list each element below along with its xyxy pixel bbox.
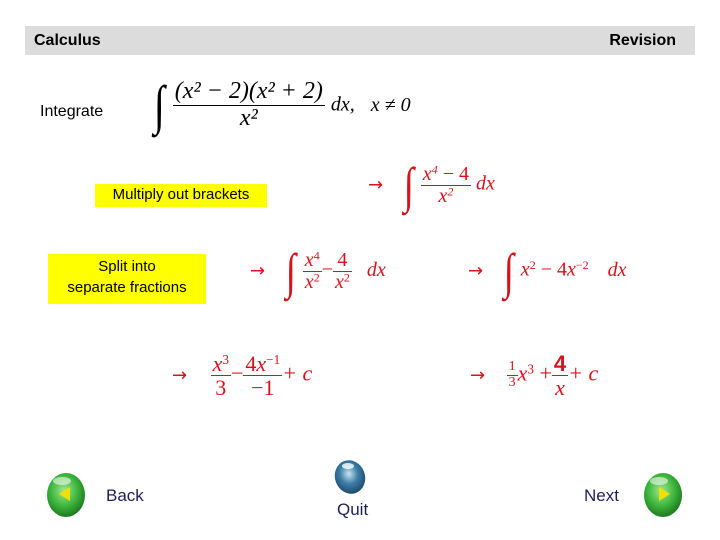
constant-term: + c [282, 360, 313, 386]
den-base: x [304, 270, 314, 293]
header-title-left: Calculus [34, 32, 101, 49]
back-label[interactable]: Back [106, 486, 144, 506]
right-arrow-ball-icon[interactable] [643, 472, 683, 518]
split-label-line-1: Split into [98, 258, 156, 275]
den-exponent: 2 [447, 183, 454, 198]
num-base: x [304, 248, 314, 271]
den-value: x [555, 375, 565, 401]
left-arrow-ball-icon[interactable] [46, 472, 86, 518]
integral-sign: ∫ [285, 243, 297, 299]
arrow-icon: → [470, 365, 486, 387]
den-base: x [438, 184, 448, 207]
integral-sign: ∫ [403, 157, 415, 213]
den-base: x [334, 270, 344, 293]
fraction-2: 4x−1 −1 [243, 351, 283, 401]
coefficient-fraction: 1 3 [506, 359, 518, 391]
next-label[interactable]: Next [584, 486, 619, 506]
num-value: 4 [553, 351, 567, 376]
step-5-expression: → 1 3 x3 + 4 x + c [470, 352, 598, 399]
problem-fraction: (x² − 2)(x² + 2) x² [172, 78, 325, 131]
arrow-icon: → [172, 365, 188, 387]
den-value: 3 [215, 375, 227, 401]
problem-expression: ∫ (x² − 2)(x² + 2) x² dx, x ≠ 0 [152, 78, 411, 132]
arrow-icon: → [250, 260, 266, 282]
fraction-2: 4 x2 [332, 248, 352, 293]
term-2-base: x [566, 258, 576, 281]
num-exponent: −1 [266, 351, 281, 367]
term-2-exponent: −2 [575, 258, 589, 272]
arrow-icon: → [368, 174, 384, 196]
arrow-icon: → [468, 260, 484, 282]
fraction-1: x4 x2 [302, 247, 322, 293]
factor-1: (x² − 2) [174, 78, 249, 105]
term-1-base: x [520, 258, 530, 281]
operator: − 4 [535, 258, 567, 281]
header-bar: Calculus Revision [25, 26, 695, 55]
quit-label[interactable]: Quit [337, 500, 368, 520]
num-coefficient: 4 [245, 351, 257, 376]
num-base: x [256, 351, 267, 376]
integral-sign: ∫ [503, 243, 515, 299]
base: x [517, 360, 528, 386]
step-1-expression: → ∫ x4 − 4 x2 dx [368, 160, 495, 210]
split-label-line-2: separate fractions [67, 279, 187, 296]
step-1-dx: dx [475, 172, 495, 195]
num-base: x [422, 162, 432, 185]
factor-2: (x² + 2) [248, 78, 323, 105]
step-2-dx: dx [366, 258, 386, 281]
num-exponent: 3 [222, 351, 229, 367]
step-4-expression: → x3 3 − 4x−1 −1 + c [172, 352, 312, 399]
fraction: 4 x [551, 351, 569, 401]
integral-sign: ∫ [153, 75, 165, 135]
constant-term: + c [568, 360, 599, 386]
exponent: 3 [527, 361, 534, 377]
quit-button[interactable] [332, 459, 368, 495]
back-button[interactable] [46, 472, 86, 518]
multiply-out-brackets-label: Multiply out brackets [95, 184, 267, 207]
coef-num: 1 [508, 359, 516, 375]
num-rest: − 4 [437, 162, 469, 185]
problem-denominator: x² [239, 104, 258, 131]
next-button[interactable] [643, 472, 683, 518]
den-value: −1 [251, 375, 275, 401]
minus-sign: − [321, 258, 333, 281]
step-3-dx: dx [607, 258, 627, 281]
header-title-right: Revision [609, 32, 676, 49]
step-1-fraction: x4 − 4 x2 [420, 162, 471, 207]
problem-condition: x ≠ 0 [370, 93, 411, 116]
split-fractions-label: Split into separate fractions [48, 254, 206, 304]
step-2-expression: → ∫ x4 x2 − 4 x2 dx [250, 246, 386, 296]
problem-differential: dx, [330, 93, 355, 116]
blue-orb-icon[interactable] [332, 459, 368, 495]
step-3-expression: → ∫ x2 − 4x−2 dx [468, 246, 627, 296]
num-exponent: 4 [313, 247, 320, 262]
coef-den: 3 [508, 375, 516, 391]
den-exponent: 2 [313, 269, 320, 284]
den-exponent: 2 [343, 269, 350, 284]
minus-sign: − [230, 360, 244, 386]
num-value: 4 [337, 248, 348, 271]
plus-sign: + [539, 360, 552, 386]
fraction-1: x3 3 [210, 351, 231, 401]
integrate-label: Integrate [40, 103, 104, 120]
num-base: x [212, 351, 223, 376]
